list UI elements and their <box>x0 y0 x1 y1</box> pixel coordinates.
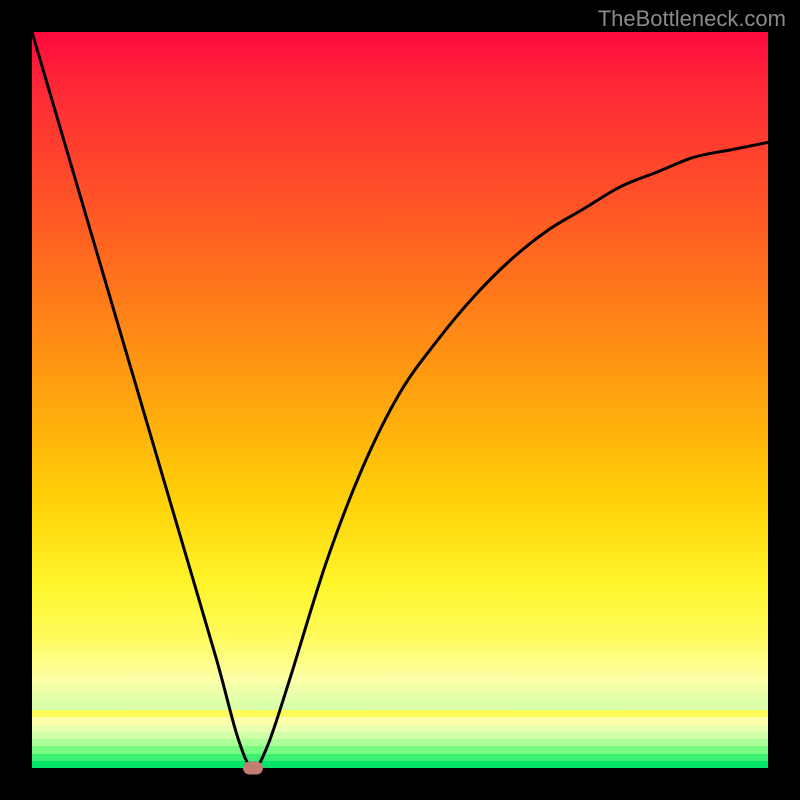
chart-frame: TheBottleneck.com <box>0 0 800 800</box>
minimum-marker <box>243 762 263 775</box>
curve-path <box>32 32 768 768</box>
plot-area <box>32 32 768 768</box>
curve-svg <box>32 32 768 768</box>
watermark-text: TheBottleneck.com <box>598 6 786 32</box>
